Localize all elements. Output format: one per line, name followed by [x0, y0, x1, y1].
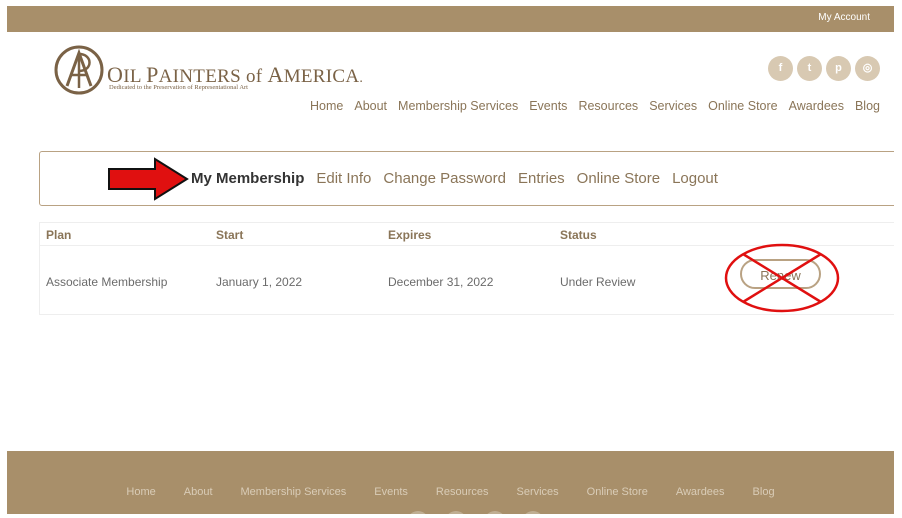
- column-header-plan: Plan: [46, 228, 72, 242]
- membership-table: Plan Start Expires Status Associate Memb…: [39, 222, 894, 315]
- footer-nav-home[interactable]: Home: [126, 486, 155, 498]
- footer-nav-membership-services[interactable]: Membership Services: [241, 486, 347, 498]
- nav-about[interactable]: About: [354, 99, 387, 113]
- nav-awardees[interactable]: Awardees: [789, 99, 844, 113]
- pinterest-icon[interactable]: p: [826, 56, 851, 81]
- browser-page: My Account OIL PAINTERS of AMERICA. Dedi…: [7, 6, 894, 514]
- column-header-status: Status: [560, 228, 597, 242]
- footer-nav-blog[interactable]: Blog: [753, 486, 775, 498]
- facebook-icon[interactable]: f: [768, 56, 793, 81]
- account-nav-links: My Membership Edit Info Change Password Ent…: [191, 152, 730, 205]
- cell-expires: December 31, 2022: [388, 275, 494, 289]
- footer-pinterest-icon[interactable]: [483, 511, 506, 514]
- nav-online-store[interactable]: Online Store: [708, 99, 777, 113]
- account-nav-edit-info[interactable]: Edit Info: [316, 170, 371, 187]
- footer-instagram-icon[interactable]: [522, 511, 545, 514]
- footer-twitter-icon[interactable]: [445, 511, 468, 514]
- account-nav-logout[interactable]: Logout: [672, 170, 718, 187]
- nav-resources[interactable]: Resources: [578, 99, 638, 113]
- red-x-annotation-icon: [724, 243, 840, 313]
- opa-monogram-icon: [54, 45, 104, 95]
- social-links: f t p ◎: [764, 56, 880, 81]
- footer-navigation: Home About Membership Services Events Resour…: [7, 486, 894, 498]
- account-nav-change-password[interactable]: Change Password: [383, 170, 506, 187]
- column-header-start: Start: [216, 228, 244, 242]
- top-bar: My Account: [7, 6, 894, 32]
- cell-plan: Associate Membership: [46, 275, 168, 289]
- cell-start: January 1, 2022: [216, 275, 303, 289]
- main-navigation: Home About Membership Services Events Resour…: [299, 99, 880, 113]
- footer-nav-awardees[interactable]: Awardees: [676, 486, 725, 498]
- my-account-link[interactable]: My Account: [818, 12, 870, 23]
- footer-nav-events[interactable]: Events: [374, 486, 408, 498]
- column-header-expires: Expires: [388, 228, 432, 242]
- footer-facebook-icon[interactable]: [407, 511, 429, 514]
- twitter-icon[interactable]: t: [797, 56, 822, 81]
- cell-status: Under Review: [560, 275, 636, 289]
- footer-nav-online-store[interactable]: Online Store: [587, 486, 648, 498]
- footer-nav-services[interactable]: Services: [516, 486, 558, 498]
- instagram-icon[interactable]: ◎: [855, 56, 880, 81]
- account-nav-entries[interactable]: Entries: [518, 170, 565, 187]
- nav-events[interactable]: Events: [529, 99, 567, 113]
- nav-membership-services[interactable]: Membership Services: [398, 99, 518, 113]
- footer-nav-resources[interactable]: Resources: [436, 486, 489, 498]
- footer-nav-about[interactable]: About: [184, 486, 213, 498]
- nav-services[interactable]: Services: [649, 99, 697, 113]
- nav-home[interactable]: Home: [310, 99, 343, 113]
- brand-tagline: Dedicated to the Preservation of Represe…: [109, 84, 248, 91]
- account-nav-my-membership[interactable]: My Membership: [191, 170, 304, 187]
- red-arrow-annotation-icon: [108, 157, 189, 201]
- account-nav-online-store[interactable]: Online Store: [577, 170, 660, 187]
- nav-blog[interactable]: Blog: [855, 99, 880, 113]
- site-footer: Home About Membership Services Events Resour…: [7, 451, 894, 514]
- account-navigation: My Membership Edit Info Change Password Ent…: [39, 151, 894, 206]
- footer-social-links: [407, 511, 556, 514]
